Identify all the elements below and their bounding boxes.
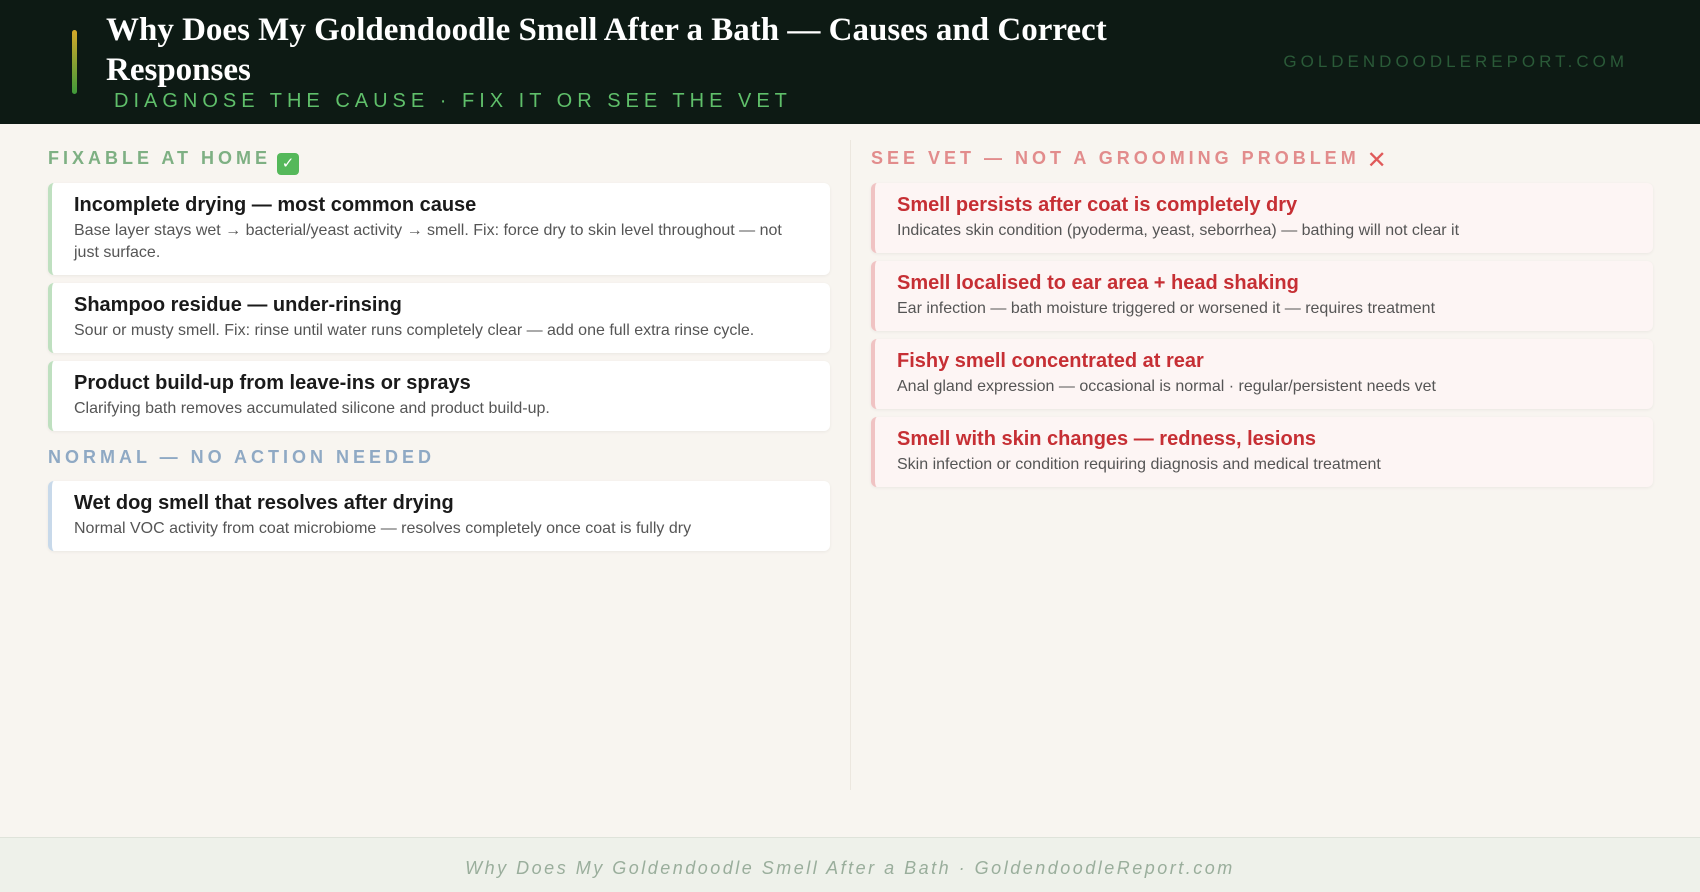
card-desc: Normal VOC activity from coat microbiome… — [74, 520, 692, 537]
section-heading-normal: NORMAL — NO ACTION NEEDED — [48, 447, 435, 468]
card-desc: Indicates skin condition (pyoderma, yeas… — [897, 222, 1460, 239]
card-desc: Skin infection or condition requiring di… — [897, 456, 1381, 473]
card-title: Incomplete drying — most common cause — [74, 194, 477, 216]
card-desc: Clarifying bath removes accumulated sili… — [74, 400, 550, 417]
card-desc: Sour or musty smell. Fix: rinse until wa… — [74, 322, 755, 339]
card-shampoo-residue: Shampoo residue — under-rinsing Sour or … — [48, 283, 830, 353]
card-desc: Ear infection — bath moisture triggered … — [897, 300, 1436, 317]
card-wet-dog-smell: Wet dog smell that resolves after drying… — [48, 481, 830, 551]
section-heading-vet-label: SEE VET — NOT A GROOMING PROBLEM — [871, 148, 1360, 168]
card-title: Shampoo residue — under-rinsing — [74, 294, 402, 316]
section-heading-fixable-label: FIXABLE AT HOME — [48, 148, 271, 168]
page-header: Why Does My Goldendoodle Smell After a B… — [0, 0, 1700, 124]
section-heading-normal-label: NORMAL — NO ACTION NEEDED — [48, 447, 436, 467]
card-incomplete-drying: Incomplete drying — most common cause Ba… — [48, 183, 830, 275]
card-desc: Anal gland expression — occasional is no… — [897, 378, 1436, 395]
site-name: GOLDENDOODLEREPORT.COM — [1283, 52, 1628, 71]
card-fishy-smell: Fishy smell concentrated at rear Anal gl… — [871, 339, 1653, 409]
page-subtitle: DIAGNOSE THE CAUSE · FIX IT OR SEE THE V… — [114, 90, 792, 112]
column-divider — [850, 140, 851, 790]
card-title: Product build-up from leave-ins or spray… — [74, 372, 471, 394]
cross-mark-icon: ✕ — [1366, 147, 1387, 174]
section-heading-vet: SEE VET — NOT A GROOMING PROBLEM ✕ — [871, 148, 1388, 173]
card-title: Smell localised to ear area + head shaki… — [897, 272, 1299, 294]
card-ear-smell: Smell localised to ear area + head shaki… — [871, 261, 1653, 331]
page-title: Why Does My Goldendoodle Smell After a B… — [106, 12, 1107, 88]
card-title: Wet dog smell that resolves after drying — [74, 492, 454, 514]
card-title: Smell persists after coat is completely … — [897, 194, 1298, 216]
check-mark-icon: ✓ — [277, 153, 299, 175]
card-product-buildup: Product build-up from leave-ins or spray… — [48, 361, 830, 431]
section-heading-fixable: FIXABLE AT HOME ✓ — [48, 148, 299, 175]
card-title: Fishy smell concentrated at rear — [897, 350, 1204, 372]
footer-text: Why Does My Goldendoodle Smell After a B… — [465, 858, 1235, 878]
card-smell-persists: Smell persists after coat is completely … — [871, 183, 1653, 253]
card-desc: Base layer stays wet → bacterial/yeast a… — [74, 222, 782, 261]
header-accent-bar — [72, 30, 77, 94]
page-footer: Why Does My Goldendoodle Smell After a B… — [0, 837, 1700, 892]
card-title: Smell with skin changes — redness, lesio… — [897, 428, 1317, 450]
card-skin-changes: Smell with skin changes — redness, lesio… — [871, 417, 1653, 487]
